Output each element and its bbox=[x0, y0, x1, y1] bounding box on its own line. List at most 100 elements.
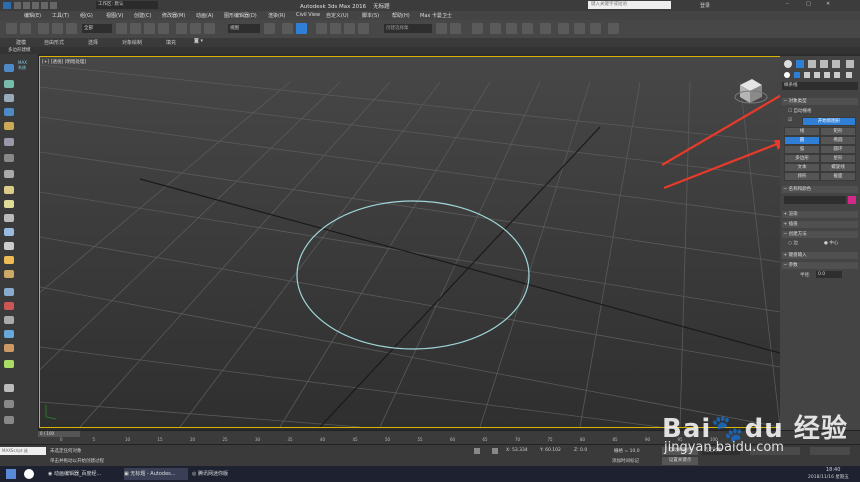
tool-icon[interactable] bbox=[4, 170, 14, 178]
tab-object-paint[interactable]: 对象绘制 bbox=[122, 39, 142, 46]
schematic-view-button[interactable] bbox=[522, 23, 533, 34]
pivot-center-button[interactable] bbox=[264, 23, 275, 34]
egg-button[interactable]: 卵形 bbox=[784, 172, 820, 181]
redo-icon[interactable] bbox=[50, 2, 57, 9]
menu-civil-view[interactable]: Civil View bbox=[296, 12, 320, 18]
align-button[interactable] bbox=[450, 23, 461, 34]
ellipse-button[interactable]: 椭圆 bbox=[820, 136, 856, 145]
radius-input[interactable]: 0.0 bbox=[816, 271, 842, 278]
plane-icon[interactable] bbox=[4, 228, 14, 236]
shapes-icon[interactable] bbox=[794, 72, 800, 78]
undo-icon[interactable] bbox=[41, 2, 48, 9]
cone-icon[interactable] bbox=[4, 242, 14, 250]
menu-create[interactable]: 创建(C) bbox=[134, 12, 151, 19]
name-color-rollout[interactable]: − 名称和颜色 bbox=[782, 186, 858, 193]
app-logo-icon[interactable] bbox=[3, 2, 11, 9]
list-icon[interactable] bbox=[4, 108, 14, 116]
layer-explorer-button[interactable] bbox=[472, 23, 483, 34]
camera-icon[interactable] bbox=[4, 138, 14, 146]
mirror-button[interactable] bbox=[436, 23, 447, 34]
a360-render-button[interactable] bbox=[608, 23, 619, 34]
ngon-button[interactable]: 多边形 bbox=[784, 154, 820, 163]
task-item-tencent[interactable]: ◎ 腾讯网迷你版 bbox=[192, 468, 256, 480]
utilities-tab-icon[interactable] bbox=[846, 60, 854, 68]
reference-coord-select[interactable]: 视图 bbox=[228, 24, 260, 33]
bone-icon[interactable] bbox=[4, 316, 14, 324]
sphere-icon[interactable] bbox=[4, 200, 14, 208]
select-by-name-button[interactable] bbox=[130, 23, 141, 34]
scene-explorer-icon[interactable] bbox=[4, 64, 14, 72]
tab-selection[interactable]: 选择 bbox=[88, 39, 98, 46]
tab-populate[interactable]: 填充 bbox=[166, 39, 176, 46]
lock-icon[interactable] bbox=[474, 448, 480, 454]
open-file-icon[interactable] bbox=[23, 2, 30, 9]
modify-tab-icon[interactable] bbox=[796, 60, 804, 68]
menu-scripting[interactable]: 脚本(S) bbox=[362, 12, 379, 19]
edge-radio[interactable]: ○ 边 bbox=[788, 240, 798, 246]
lights-icon[interactable] bbox=[804, 72, 810, 78]
add-time-tag[interactable]: 添加时间标记 bbox=[612, 458, 639, 464]
workspace-select[interactable]: 工作区: 默认 bbox=[96, 1, 158, 9]
render-setup-button[interactable] bbox=[558, 23, 569, 34]
star-button[interactable]: 星形 bbox=[820, 154, 856, 163]
select-object-button[interactable] bbox=[116, 23, 127, 34]
clock-time[interactable]: 18:40 bbox=[826, 467, 840, 473]
sun-icon[interactable] bbox=[4, 256, 14, 264]
menu-rendering[interactable]: 渲染(R) bbox=[268, 12, 285, 19]
minimize-icon[interactable]: – bbox=[786, 1, 789, 7]
region-select-button[interactable] bbox=[144, 23, 155, 34]
rectangle-button[interactable]: 矩形 bbox=[820, 127, 856, 136]
start-icon[interactable] bbox=[6, 469, 16, 479]
menu-edit[interactable]: 编辑(E) bbox=[24, 12, 41, 19]
tab-freeform[interactable]: 自由形式 bbox=[44, 39, 64, 46]
section-button[interactable]: 截面 bbox=[820, 172, 856, 181]
menu-views[interactable]: 视图(V) bbox=[106, 12, 123, 19]
ribbon-options-icon[interactable]: ◙ ▾ bbox=[194, 38, 203, 44]
arc-button[interactable]: 弧 bbox=[784, 145, 820, 154]
snaps-toggle-button[interactable] bbox=[316, 23, 327, 34]
menu-graph-editors[interactable]: 图形编辑器(D) bbox=[224, 12, 257, 19]
selection-filter-select[interactable]: 全部 bbox=[82, 24, 112, 33]
object-color-swatch[interactable] bbox=[848, 196, 856, 204]
unlink-button[interactable] bbox=[52, 23, 63, 34]
redo-button[interactable] bbox=[20, 23, 31, 34]
window-crossing-button[interactable] bbox=[158, 23, 169, 34]
task-item-browser[interactable]: ◉ 动画编辑器_百度经... bbox=[48, 468, 122, 480]
object-name-input[interactable] bbox=[784, 196, 846, 204]
display-icon[interactable] bbox=[4, 80, 14, 88]
menu-animation[interactable]: 动画(A) bbox=[196, 12, 213, 19]
cloth-icon[interactable] bbox=[4, 360, 14, 368]
autogrid-checkbox[interactable]: ☐ 自动栅格 bbox=[788, 108, 811, 114]
rendering-rollout[interactable]: + 渲染 bbox=[782, 211, 858, 218]
hierarchy-tab-icon[interactable] bbox=[808, 60, 816, 68]
percent-snap-button[interactable] bbox=[344, 23, 355, 34]
clock-date[interactable]: 2018/11/16 星期五 bbox=[808, 474, 849, 480]
center-radio[interactable]: ● 中心 bbox=[824, 240, 838, 246]
helper-icon[interactable] bbox=[4, 154, 14, 162]
poly-modeling-label[interactable]: 多边形建模 bbox=[8, 47, 31, 53]
start-new-shape-checkbox[interactable]: ☑ bbox=[788, 118, 792, 123]
helpers-icon[interactable] bbox=[824, 72, 830, 78]
maxscript-listener[interactable]: MAXScript 迷 bbox=[0, 447, 46, 455]
menu-max-plugin[interactable]: Max 卡曼卫士 bbox=[420, 12, 452, 19]
search-input[interactable]: 键入关键字或短语 bbox=[588, 1, 671, 9]
menu-tools[interactable]: 工具(T) bbox=[52, 12, 69, 19]
close-icon[interactable]: ✕ bbox=[826, 1, 830, 7]
rendered-frame-button[interactable] bbox=[574, 23, 585, 34]
grid-icon[interactable] bbox=[4, 400, 14, 408]
z-coordinate[interactable]: Z: 0.0 bbox=[574, 448, 587, 453]
select-manipulate-button[interactable] bbox=[282, 23, 293, 34]
helix-button[interactable]: 螺旋线 bbox=[820, 163, 856, 172]
keyboard-entry-rollout[interactable]: + 键盘输入 bbox=[782, 252, 858, 259]
text-button[interactable]: 文本 bbox=[784, 163, 820, 172]
select-link-button[interactable] bbox=[38, 23, 49, 34]
save-file-icon[interactable] bbox=[32, 2, 39, 9]
spacewarps-icon[interactable] bbox=[834, 72, 840, 78]
menu-help[interactable]: 帮助(H) bbox=[392, 12, 410, 19]
settings-icon[interactable] bbox=[4, 416, 14, 424]
display-tab-icon[interactable] bbox=[832, 60, 840, 68]
named-selection-input[interactable]: 创建选择集 bbox=[384, 24, 432, 33]
creation-method-rollout[interactable]: − 创建方法 bbox=[782, 231, 858, 238]
biped-icon[interactable] bbox=[4, 344, 14, 352]
scale-button[interactable] bbox=[204, 23, 215, 34]
